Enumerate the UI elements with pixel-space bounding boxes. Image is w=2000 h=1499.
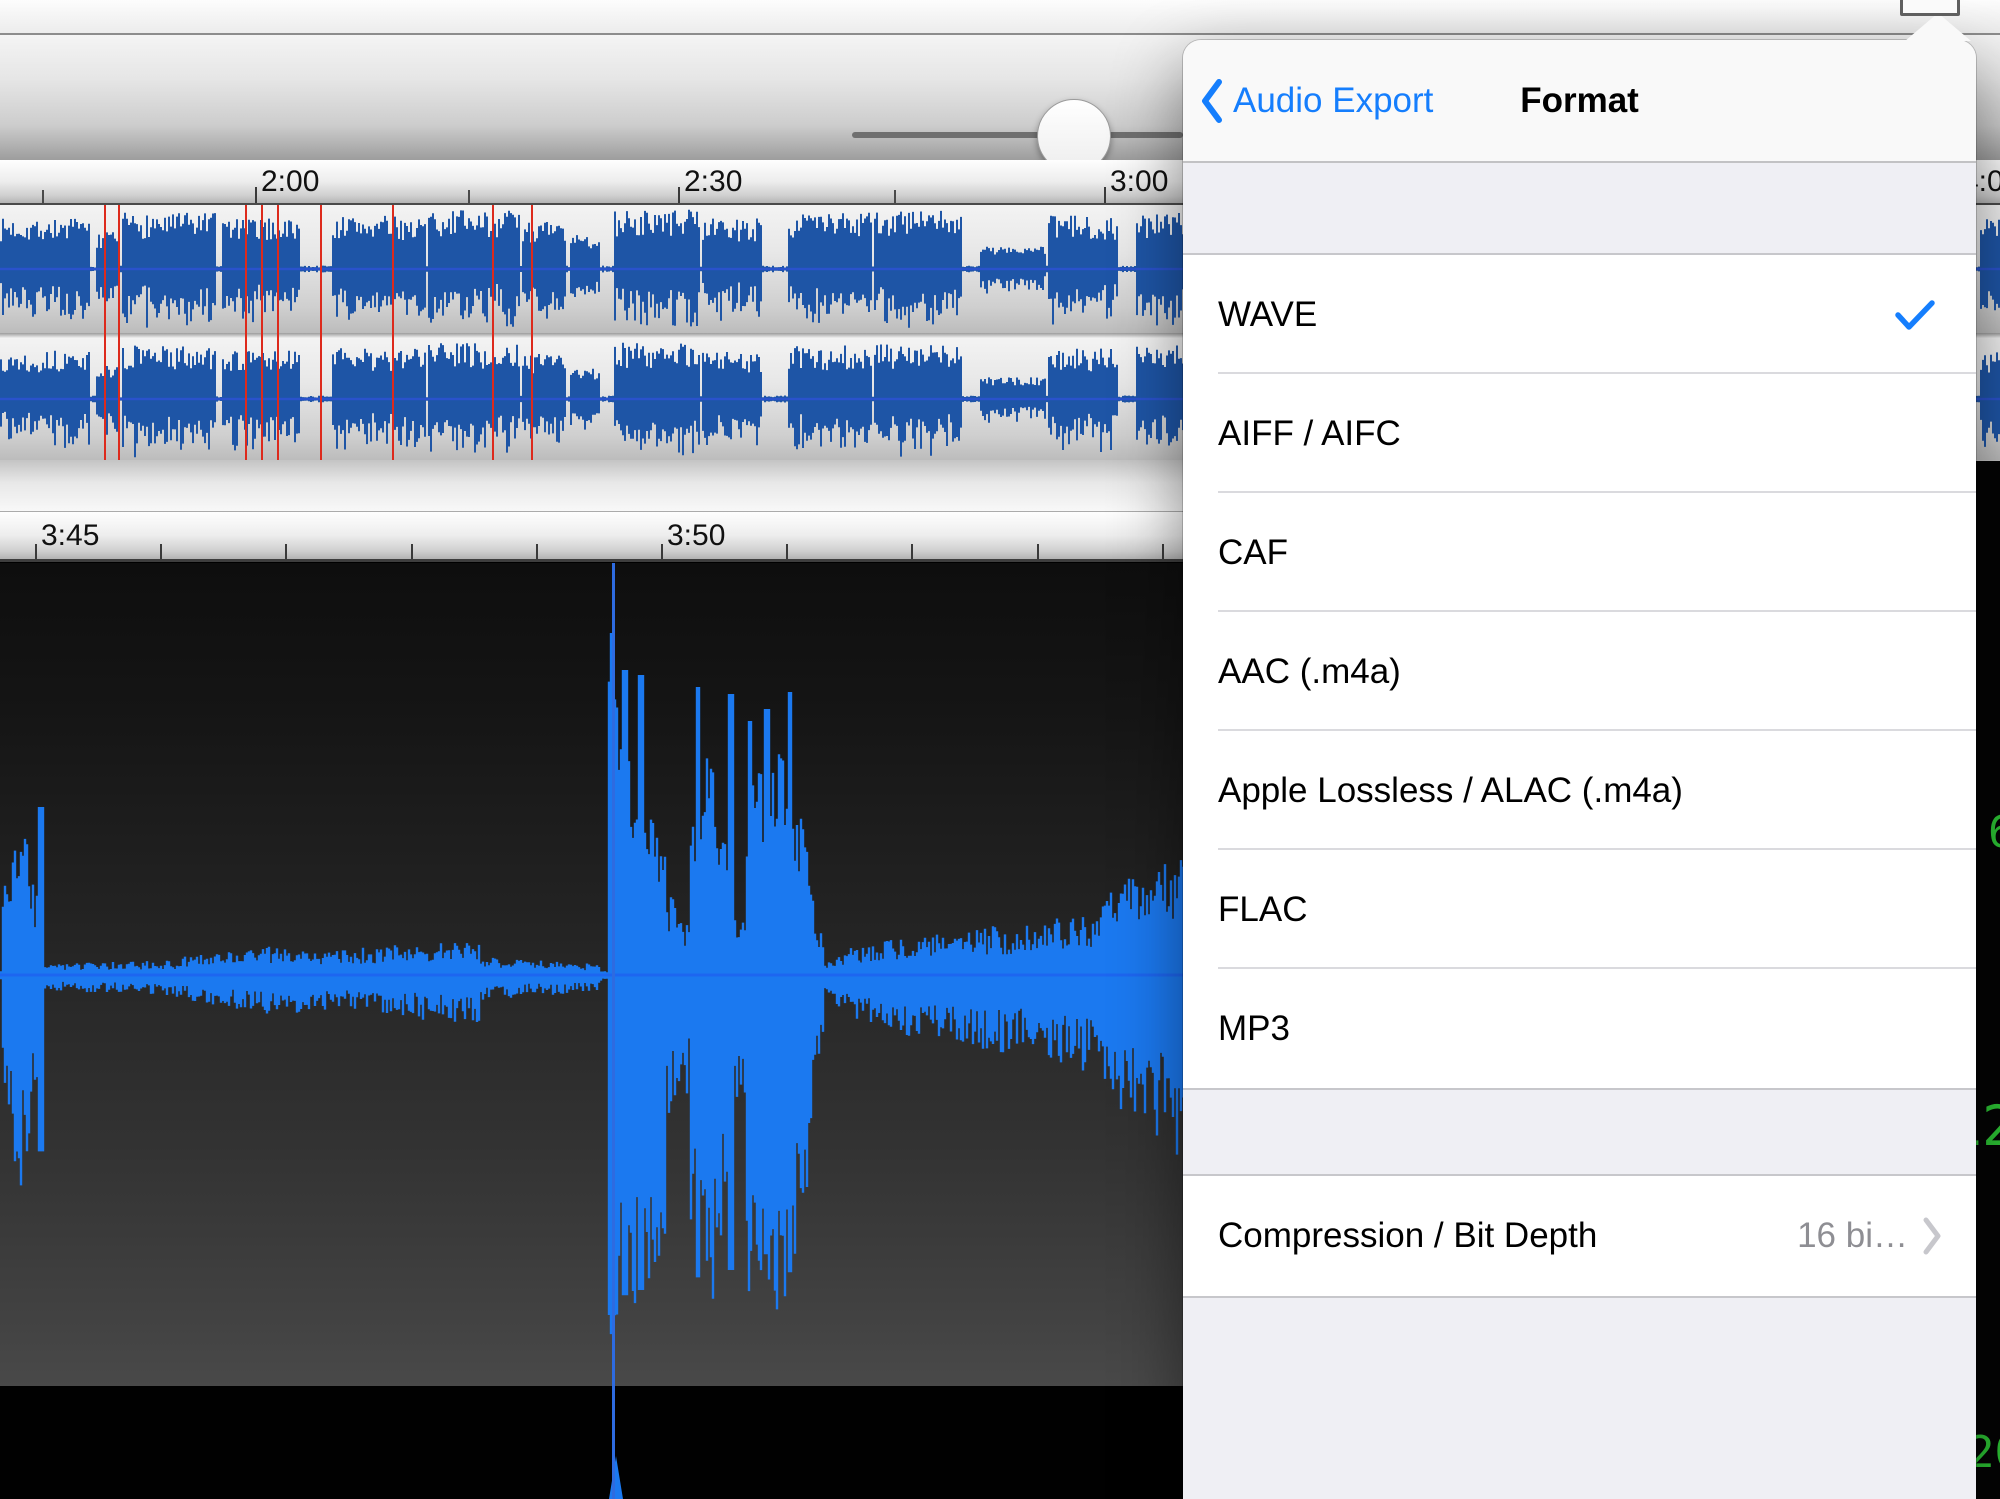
format-option-label: AAC (.m4a) [1218, 652, 1401, 692]
ruler-tick [160, 544, 162, 559]
chevron-right-icon [1922, 1216, 1942, 1256]
region-marker[interactable] [492, 205, 494, 460]
toolbar-anchor-button[interactable] [1900, 0, 1960, 16]
ruler-time-label: 3:00 [1110, 165, 1168, 199]
ruler-tick [911, 544, 913, 559]
ruler-tick [661, 544, 663, 559]
region-marker[interactable] [261, 205, 263, 460]
readout-side-panel [1976, 461, 2000, 1499]
audio-editor-screen: 2:002:303:003:304:00 3:453:50 61220 Audi… [0, 0, 2000, 1499]
format-option-row[interactable]: FLAC [1183, 850, 1976, 969]
format-option-label: MP3 [1218, 1009, 1290, 1049]
format-option-label: CAF [1218, 533, 1288, 573]
format-option-label: Apple Lossless / ALAC (.m4a) [1218, 771, 1683, 811]
green-readout-fragment: 2 [1982, 1099, 2000, 1154]
region-marker[interactable] [245, 205, 247, 460]
region-marker[interactable] [118, 205, 120, 460]
compression-value: 16 bi… [1797, 1216, 1908, 1256]
ruler-tick [786, 544, 788, 559]
ruler-tick [285, 544, 287, 559]
playhead-cursor[interactable] [612, 563, 615, 1499]
ruler-major-tick [678, 187, 680, 203]
ruler-tick [536, 544, 538, 559]
ruler-minor-tick [894, 190, 896, 203]
popover-body: WAVE AIFF / AIFC CAF AAC (.m4a) Apple Lossle… [1183, 163, 1976, 1499]
ruler-tick [411, 544, 413, 559]
region-marker[interactable] [104, 205, 106, 460]
ruler-time-label: 2:30 [684, 165, 742, 199]
ruler-time-label: 3:45 [41, 519, 99, 553]
format-option-row[interactable]: MP3 [1183, 969, 1976, 1088]
region-marker[interactable] [531, 205, 533, 460]
format-option-row[interactable]: CAF [1183, 493, 1976, 612]
format-list: WAVE AIFF / AIFC CAF AAC (.m4a) Apple Lossle… [1183, 253, 1976, 1090]
format-option-row[interactable]: Apple Lossless / ALAC (.m4a) [1183, 731, 1976, 850]
ruler-minor-tick [468, 190, 470, 203]
region-marker[interactable] [320, 205, 322, 460]
popover-header: Audio Export Format [1183, 40, 1976, 163]
compression-label: Compression / Bit Depth [1218, 1216, 1597, 1256]
format-option-label: AIFF / AIFC [1218, 414, 1401, 454]
region-marker[interactable] [392, 205, 394, 460]
region-marker[interactable] [277, 205, 279, 460]
compression-section: Compression / Bit Depth 16 bi… [1183, 1174, 1976, 1298]
ruler-minor-tick [42, 190, 44, 203]
ruler-major-tick [1104, 187, 1106, 203]
format-option-row[interactable]: WAVE [1183, 255, 1976, 374]
ruler-time-label: 3:50 [667, 519, 725, 553]
ruler-tick [1037, 544, 1039, 559]
popover-arrow [1905, 13, 1971, 41]
format-option-row[interactable]: AIFF / AIFC [1183, 374, 1976, 493]
ruler-tick [1162, 544, 1164, 559]
format-option-label: FLAC [1218, 890, 1307, 930]
ruler-time-label: 2:00 [261, 165, 319, 199]
page-title: Format [1183, 40, 1976, 161]
format-option-row[interactable]: AAC (.m4a) [1183, 612, 1976, 731]
compression-row[interactable]: Compression / Bit Depth 16 bi… [1183, 1176, 1976, 1296]
volume-slider-track[interactable] [852, 132, 1183, 138]
status-strip [0, 0, 2000, 35]
format-option-label: WAVE [1218, 295, 1317, 335]
ruler-tick [35, 544, 37, 559]
checkmark-icon [1894, 300, 1936, 330]
green-readout-fragment: 6 [1988, 811, 2000, 855]
format-popover: Audio Export Format WAVE AIFF / AIFC CAF AA… [1183, 40, 1976, 1499]
ruler-major-tick [255, 187, 257, 203]
